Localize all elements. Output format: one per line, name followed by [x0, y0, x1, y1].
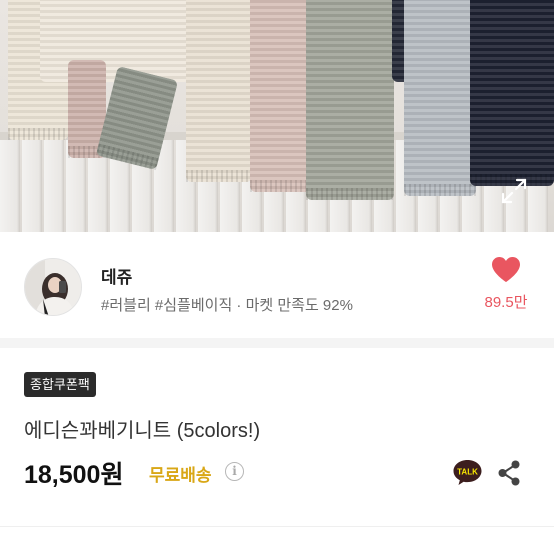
info-icon[interactable]: i	[225, 462, 244, 481]
heart-icon	[492, 257, 520, 282]
section-divider	[0, 338, 554, 348]
seller-section[interactable]: 데쥬 #러블리 #심플베이직 · 마켓 만족도 92% 89.5만	[0, 232, 554, 338]
talk-label: TALK	[457, 467, 478, 476]
bottom-divider	[0, 526, 554, 527]
product-title: 에디슨꽈베기니트 (5colors!)	[24, 420, 261, 442]
seller-tags-rating: #러블리 #심플베이직 · 마켓 만족도 92%	[101, 297, 353, 314]
sweater-navy-body	[470, 0, 554, 186]
coupon-badge[interactable]: 종합쿠폰팩	[24, 372, 96, 397]
wall-panel	[44, 140, 64, 232]
share-icon[interactable]	[496, 459, 522, 487]
free-shipping-label: 무료배송	[149, 466, 212, 485]
expand-icon[interactable]	[501, 178, 527, 204]
kakao-talk-button[interactable]: TALK	[452, 458, 483, 487]
product-price: 18,500원	[24, 461, 124, 489]
seller-avatar[interactable]	[24, 258, 82, 316]
like-count: 89.5만	[484, 294, 528, 311]
sweater-cream-arm	[186, 0, 252, 182]
wall-panel	[0, 140, 20, 232]
sweater-sage-body	[306, 0, 394, 200]
product-image[interactable]	[0, 0, 554, 232]
wall-panel	[22, 140, 42, 232]
sweater-pink-body	[250, 0, 312, 192]
sweater-cream-body	[40, 0, 190, 82]
like-button[interactable]: 89.5만	[478, 256, 534, 324]
seller-name[interactable]: 데쥬	[101, 263, 132, 288]
sweater-grey-body	[404, 0, 476, 196]
